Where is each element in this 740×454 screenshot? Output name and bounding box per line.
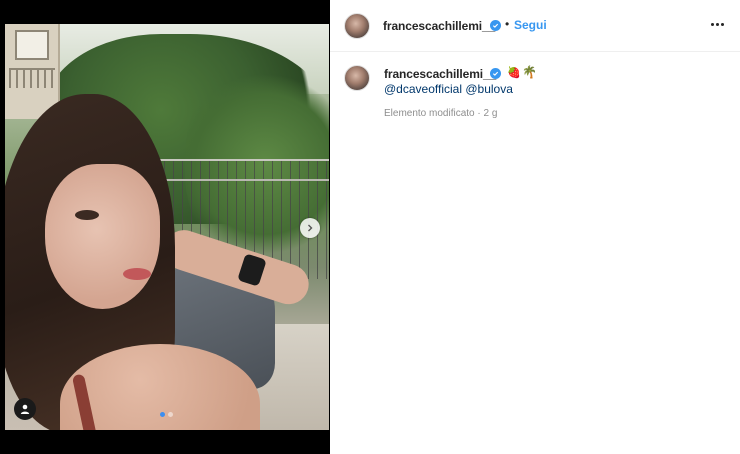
mention-link-dcaveofficial[interactable]: @dcaveofficial (384, 82, 462, 96)
carousel-dot-active (160, 412, 165, 417)
follow-button[interactable]: Segui (514, 18, 547, 32)
edited-label: Elemento modificato (384, 108, 475, 119)
photo-window (15, 30, 49, 60)
carousel-dots (160, 412, 173, 417)
mention-link-bulova[interactable]: @bulova (465, 82, 513, 96)
verified-badge-icon (490, 68, 501, 79)
header-separator: • (505, 17, 510, 31)
post-photo[interactable] (5, 24, 329, 430)
caption-mentions: @dcaveofficial @bulova (384, 82, 513, 96)
post-side-panel: francescachillemi__ • Segui francescachi… (330, 0, 740, 454)
edited-timestamp: Elemento modificato · 2 g (384, 108, 497, 119)
user-icon (20, 404, 30, 414)
carousel-dot (168, 412, 173, 417)
post-age[interactable]: 2 g (484, 108, 498, 119)
photo-balcony-rail (9, 68, 55, 88)
photo-face (45, 164, 160, 309)
user-tag-button[interactable] (14, 398, 36, 420)
palm-tree-icon: 🌴 (522, 65, 537, 79)
avatar[interactable] (344, 13, 370, 39)
time-separator: · (477, 108, 481, 119)
photo-railing-bar (155, 179, 329, 181)
verified-badge-icon (490, 20, 501, 31)
strawberry-icon: 🍓 (507, 67, 521, 79)
carousel-next-button[interactable] (300, 218, 320, 238)
caption-avatar[interactable] (344, 65, 370, 91)
more-options-icon[interactable] (709, 16, 725, 32)
post-header: francescachillemi__ • Segui (330, 0, 740, 52)
photo-lips (123, 268, 151, 280)
post-media (0, 0, 330, 454)
photo-eye (75, 210, 99, 220)
chevron-right-icon (308, 224, 313, 232)
header-username[interactable]: francescachillemi__ (383, 19, 495, 33)
caption-username[interactable]: francescachillemi__ (384, 67, 496, 81)
